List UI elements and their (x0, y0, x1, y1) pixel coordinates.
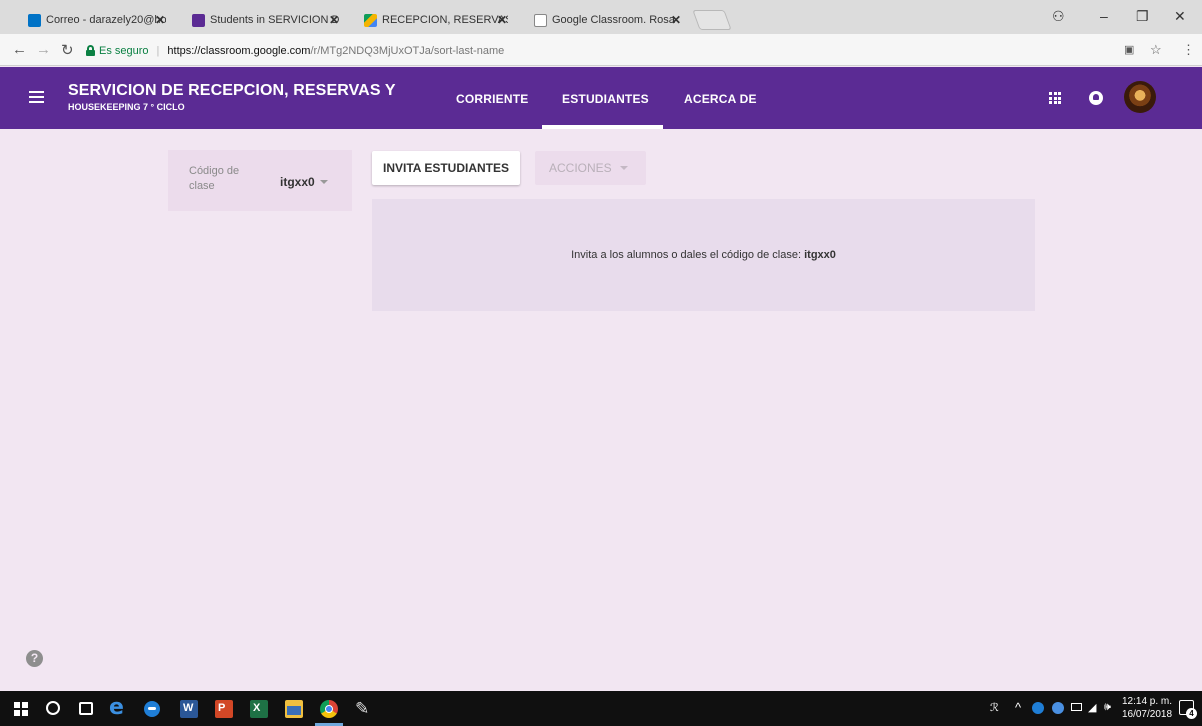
secure-label: Es seguro (99, 44, 149, 57)
search-icon[interactable] (46, 701, 60, 715)
paint-icon[interactable]: ✎ (355, 699, 373, 718)
menu-dots-icon[interactable]: ⋮ (1182, 42, 1195, 58)
chrome-icon[interactable] (320, 700, 338, 718)
class-code-value[interactable]: itgxx0 (280, 175, 315, 189)
browser-tab-document[interactable]: Google Classroom. Rosa ✕ (526, 6, 688, 34)
tab-label: Students in SERVICION D (210, 14, 340, 26)
bluetooth-icon[interactable] (1032, 702, 1044, 714)
url-host: https://classroom.google.com (167, 44, 311, 57)
tab-label: Google Classroom. Rosa (552, 14, 675, 26)
drive-icon (364, 14, 377, 27)
lock-icon (86, 45, 95, 56)
system-clock[interactable]: 12:14 p. m. 16/07/2018 (1121, 695, 1173, 721)
people-icon[interactable]: ℛ (990, 701, 999, 714)
url-input[interactable]: Es seguro | https://classroom.google.com… (86, 40, 1096, 61)
class-code-card: Código de clase itgxx0 (168, 150, 352, 211)
clock-time: 12:14 p. m. (1121, 696, 1173, 707)
skype-icon[interactable] (144, 701, 160, 717)
task-view-icon[interactable] (79, 702, 93, 715)
notification-count-badge: 4 (1186, 708, 1197, 719)
outlook-icon (28, 14, 41, 27)
translate-icon[interactable]: ▣ (1124, 43, 1134, 56)
course-subtitle: HOUSEKEEPING 7 ° CICLO (68, 102, 185, 112)
restore-button[interactable]: ❐ (1136, 8, 1149, 25)
tab-label: RECEPCION, RESERVAS Y (382, 14, 508, 26)
clock-date: 16/07/2018 (1121, 709, 1173, 720)
tab-label: Correo - darazely20@hot (46, 14, 166, 26)
file-explorer-icon[interactable] (285, 700, 303, 718)
help-icon[interactable]: ? (26, 650, 43, 667)
new-tab-button[interactable] (692, 10, 732, 30)
profile-icon[interactable]: ⚇ (1052, 8, 1065, 25)
hamburger-menu-icon[interactable] (29, 91, 44, 103)
browser-tab-strip: Correo - darazely20@hot ✕ Students in SE… (0, 0, 1202, 34)
forward-arrow-icon[interactable]: → (36, 41, 51, 58)
browser-tab-outlook[interactable]: Correo - darazely20@hot ✕ (20, 6, 172, 34)
active-tab-indicator (542, 125, 663, 129)
document-icon (534, 14, 547, 27)
chevron-down-icon[interactable] (320, 180, 328, 184)
close-window-button[interactable]: ✕ (1174, 8, 1186, 25)
close-icon[interactable]: ✕ (497, 13, 507, 27)
windows-taskbar: e W P X ✎ ℛ ^ ◢ 🕪 12:14 p. m. 16/07/2018… (0, 691, 1202, 726)
class-code-label: Código de clase (189, 165, 240, 192)
close-icon[interactable]: ✕ (671, 13, 681, 27)
url-path: /r/MTg2NDQ3MjUxOTJa/sort-last-name (310, 44, 505, 57)
powerpoint-icon[interactable]: P (215, 700, 233, 718)
word-icon[interactable]: W (180, 700, 198, 718)
wifi-icon[interactable]: ◢ (1088, 701, 1096, 714)
avatar[interactable] (1124, 81, 1156, 113)
windows-start-icon[interactable] (14, 702, 28, 716)
excel-icon[interactable]: X (250, 700, 268, 718)
browser-tab-classroom[interactable]: Students in SERVICION D ✕ (184, 6, 346, 34)
actions-button[interactable]: ACCIONES (535, 151, 646, 185)
invite-message: Invita a los alumnos o dales el código d… (372, 249, 1035, 261)
classroom-icon (192, 14, 205, 27)
classroom-header: SERVICION DE RECEPCION, RESERVAS Y HOUSE… (0, 67, 1202, 129)
chevron-down-icon (620, 166, 628, 170)
browser-tab-drive[interactable]: RECEPCION, RESERVAS Y ✕ (356, 6, 514, 34)
invite-message-text: Invita a los alumnos o dales el código d… (571, 249, 802, 261)
reload-icon[interactable]: ↻ (61, 41, 74, 59)
volume-icon[interactable]: 🕪 (1104, 701, 1111, 714)
empty-students-panel: Invita a los alumnos o dales el código d… (372, 199, 1035, 311)
close-icon[interactable]: ✕ (329, 13, 339, 27)
edge-icon[interactable]: e (109, 695, 127, 720)
course-title[interactable]: SERVICION DE RECEPCION, RESERVAS Y (68, 82, 396, 100)
back-arrow-icon[interactable]: ← (12, 41, 27, 58)
notifications-icon[interactable] (1089, 91, 1103, 105)
tab-about[interactable]: ACERCA DE (684, 92, 757, 106)
close-icon[interactable]: ✕ (155, 13, 165, 27)
tab-stream[interactable]: CORRIENTE (456, 92, 528, 106)
invite-class-code: itgxx0 (804, 249, 836, 261)
invite-students-button[interactable]: INVITA ESTUDIANTES (372, 151, 520, 185)
chevron-up-icon[interactable]: ^ (1015, 700, 1021, 715)
bookmark-star-icon[interactable]: ☆ (1150, 42, 1162, 58)
network-status-icon[interactable] (1052, 702, 1064, 714)
divider: | (156, 44, 160, 57)
apps-grid-icon[interactable] (1049, 92, 1061, 104)
minimize-button[interactable]: – (1100, 8, 1108, 24)
tab-students[interactable]: ESTUDIANTES (562, 92, 649, 106)
address-bar: ← → ↻ Es seguro | https://classroom.goog… (0, 34, 1202, 66)
battery-icon[interactable] (1071, 703, 1082, 711)
